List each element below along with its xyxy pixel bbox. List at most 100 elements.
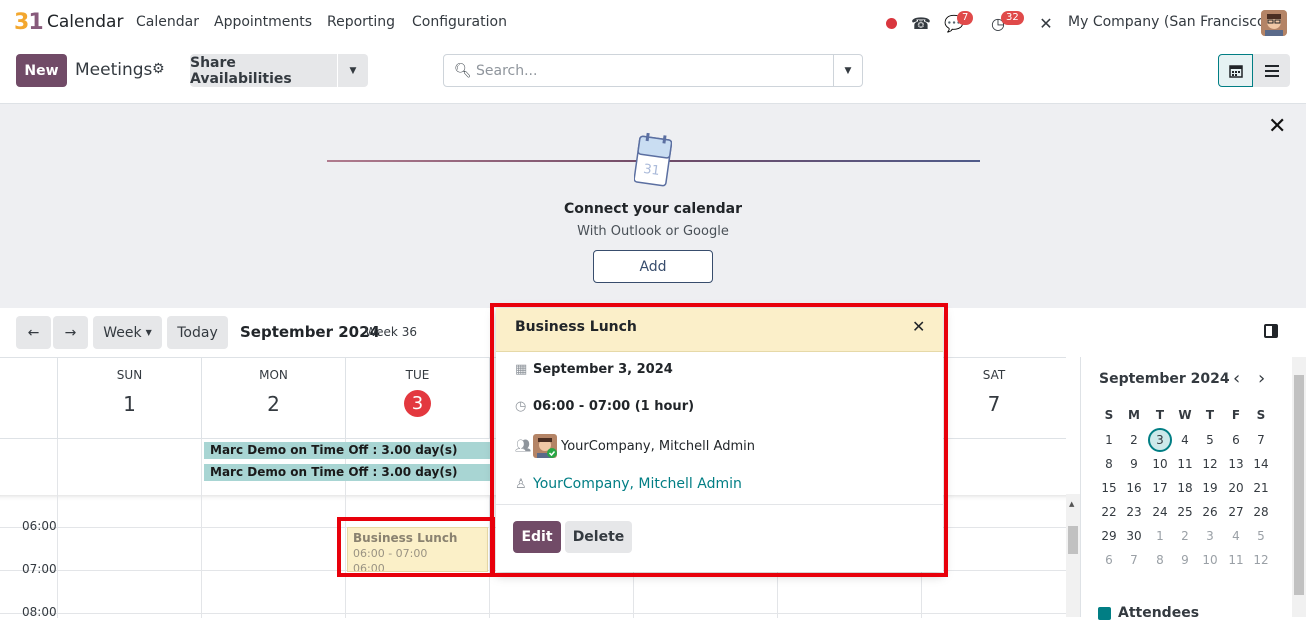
app-name[interactable]: Calendar [47, 12, 123, 32]
mini-day[interactable]: 10 [1149, 457, 1171, 471]
caret-down-icon: ▼ [349, 65, 357, 76]
mini-day[interactable]: 3 [1149, 433, 1171, 447]
caret-down-icon: ▼ [844, 65, 852, 76]
mini-day[interactable]: 24 [1149, 505, 1171, 519]
mini-day[interactable]: 21 [1250, 481, 1272, 495]
mini-day[interactable]: 27 [1225, 505, 1247, 519]
mini-day[interactable]: 23 [1123, 505, 1145, 519]
gear-icon[interactable]: ⚙ [152, 61, 165, 77]
mini-day[interactable]: 12 [1199, 457, 1221, 471]
mini-day[interactable]: 2 [1123, 433, 1145, 447]
mini-day[interactable]: 6 [1098, 553, 1120, 567]
mini-day[interactable]: 11 [1225, 553, 1247, 567]
add-calendar-button[interactable]: Add [593, 250, 713, 283]
allday-event[interactable]: Marc Demo on Time Off : 3.00 day(s) [204, 442, 494, 459]
mini-day[interactable]: 19 [1199, 481, 1221, 495]
day-header-tue[interactable]: TUE 3 [345, 358, 489, 438]
mini-day[interactable]: 4 [1174, 433, 1196, 447]
company-switcher[interactable]: My Company (San Francisco) [1068, 14, 1271, 30]
mini-day[interactable]: 10 [1199, 553, 1221, 567]
mini-day[interactable]: 22 [1098, 505, 1120, 519]
mini-day[interactable]: 5 [1250, 529, 1272, 543]
share-dropdown-toggle[interactable]: ▼ [338, 54, 368, 87]
mini-calendar-title: September 2024 [1099, 371, 1230, 387]
mini-day[interactable]: 11 [1174, 457, 1196, 471]
scale-dropdown[interactable]: Week ▼ [93, 316, 162, 349]
popover-organizer-link[interactable]: YourCompany, Mitchell Admin [533, 476, 742, 492]
popover-title: Business Lunch [515, 319, 637, 335]
new-button[interactable]: New [16, 54, 67, 87]
close-icon[interactable]: ✕ [912, 317, 925, 336]
menu-calendar[interactable]: Calendar [136, 14, 199, 30]
mini-day[interactable]: 9 [1174, 553, 1196, 567]
mini-day[interactable]: 14 [1250, 457, 1272, 471]
calendar-view-button[interactable] [1218, 54, 1253, 87]
mini-day[interactable]: 13 [1225, 457, 1247, 471]
day-name: TUE [405, 368, 430, 382]
mini-day[interactable]: 16 [1123, 481, 1145, 495]
mini-day[interactable]: 29 [1098, 529, 1120, 543]
mini-day[interactable]: 5 [1199, 433, 1221, 447]
attendees-filter-label[interactable]: Attendees [1118, 605, 1199, 621]
list-view-button[interactable] [1253, 54, 1290, 87]
mini-day[interactable]: 9 [1123, 457, 1145, 471]
debug-tools-icon[interactable]: ✕ [1035, 12, 1057, 34]
app-logo-icon[interactable]: 31 [14, 10, 44, 35]
sidebar-scrollbar[interactable] [1292, 357, 1306, 617]
search-options-toggle[interactable]: ▼ [833, 54, 863, 87]
mini-prev-icon[interactable]: ‹ [1233, 368, 1240, 389]
edit-button[interactable]: Edit [513, 521, 561, 553]
mini-day[interactable]: 8 [1149, 553, 1171, 567]
delete-button[interactable]: Delete [565, 521, 632, 553]
mini-day[interactable]: 7 [1250, 433, 1272, 447]
mini-day[interactable]: 26 [1199, 505, 1221, 519]
day-header-mon[interactable]: MON 2 [201, 358, 345, 438]
mini-day[interactable]: 15 [1098, 481, 1120, 495]
mini-day[interactable]: 12 [1250, 553, 1272, 567]
mini-dow-label: F [1231, 408, 1241, 422]
mini-day[interactable]: 20 [1225, 481, 1247, 495]
popover-date-row: ▦ September 3, 2024 [515, 362, 673, 377]
menu-configuration[interactable]: Configuration [412, 14, 507, 30]
day-header-sun[interactable]: SUN 1 [57, 358, 201, 438]
allday-event[interactable]: Marc Demo on Time Off : 3.00 day(s) [204, 464, 494, 481]
grid-scrollbar[interactable]: ▲ [1066, 494, 1080, 617]
mini-day[interactable]: 7 [1123, 553, 1145, 567]
menu-reporting[interactable]: Reporting [327, 14, 395, 30]
day-name: SAT [982, 368, 1006, 382]
previous-button[interactable]: ← [16, 316, 51, 349]
next-button[interactable]: → [53, 316, 88, 349]
mini-day[interactable]: 17 [1149, 481, 1171, 495]
mini-day[interactable]: 25 [1174, 505, 1196, 519]
search-input[interactable]: 🔍︎ Search... [443, 54, 834, 87]
calendar-event-business-lunch[interactable]: Business Lunch 06:00 - 07:00 06:00 [347, 527, 488, 572]
mini-dow-label: S [1256, 408, 1266, 422]
mini-day[interactable]: 8 [1098, 457, 1120, 471]
sidebar-toggle-icon[interactable] [1264, 324, 1278, 338]
today-button[interactable]: Today [167, 316, 228, 349]
mini-dow-label: W [1178, 408, 1192, 422]
mini-day[interactable]: 1 [1098, 433, 1120, 447]
menu-appointments[interactable]: Appointments [214, 14, 312, 30]
mini-day[interactable]: 6 [1225, 433, 1247, 447]
close-icon[interactable]: ✕ [1268, 114, 1286, 139]
phone-icon[interactable]: ☎ [910, 12, 932, 34]
mini-dow-label: M [1128, 408, 1140, 422]
mini-day[interactable]: 3 [1199, 529, 1221, 543]
mini-day[interactable]: 4 [1225, 529, 1247, 543]
day-number: 1 [123, 392, 136, 416]
today-day-number: 3 [404, 390, 431, 417]
user-avatar[interactable] [1261, 10, 1287, 36]
attendee-avatar [533, 434, 557, 458]
activities-badge: 32 [1001, 11, 1024, 25]
mini-day[interactable]: 1 [1149, 529, 1171, 543]
mini-day[interactable]: 28 [1250, 505, 1272, 519]
mini-next-icon[interactable]: › [1258, 368, 1265, 389]
attendees-checkbox[interactable] [1098, 607, 1111, 620]
mini-day[interactable]: 18 [1174, 481, 1196, 495]
share-availabilities-button[interactable]: Share Availabilities [190, 54, 337, 87]
mini-day[interactable]: 2 [1174, 529, 1196, 543]
mini-day[interactable]: 30 [1123, 529, 1145, 543]
mini-dow-label: T [1155, 408, 1165, 422]
record-icon[interactable] [880, 12, 902, 34]
